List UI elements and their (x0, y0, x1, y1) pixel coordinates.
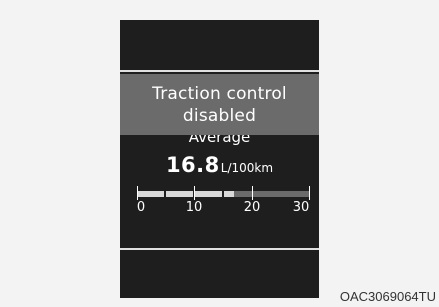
fuel-economy-value: 16.8 (165, 153, 220, 177)
gauge-label-0: 0 (136, 200, 146, 215)
gauge-tick-0 (137, 186, 138, 200)
display-divider-bottom (120, 248, 319, 250)
gauge-label-10: 10 (185, 200, 203, 215)
display-divider-top (120, 70, 319, 72)
gauge-tick-20 (252, 186, 253, 200)
popup-line-2: disabled (182, 105, 257, 126)
gauge-tick-10 (194, 186, 195, 200)
figure-code: OAC3069064TU (339, 289, 436, 304)
gauge-tick-30 (309, 186, 310, 200)
gauge-label-20: 20 (243, 200, 261, 215)
traction-control-popup: Traction control disabled (120, 74, 319, 135)
fuel-economy-readout: 16.8L/100km (120, 153, 319, 177)
fuel-economy-unit: L/100km (220, 161, 274, 175)
popup-line-1: Traction control (152, 83, 287, 104)
gauge-fill (137, 191, 234, 197)
cluster-display: Average Traction control disabled 16.8L/… (120, 20, 319, 298)
fuel-economy-gauge: 0 10 20 30 (137, 186, 310, 216)
gauge-label-30: 30 (292, 200, 310, 215)
